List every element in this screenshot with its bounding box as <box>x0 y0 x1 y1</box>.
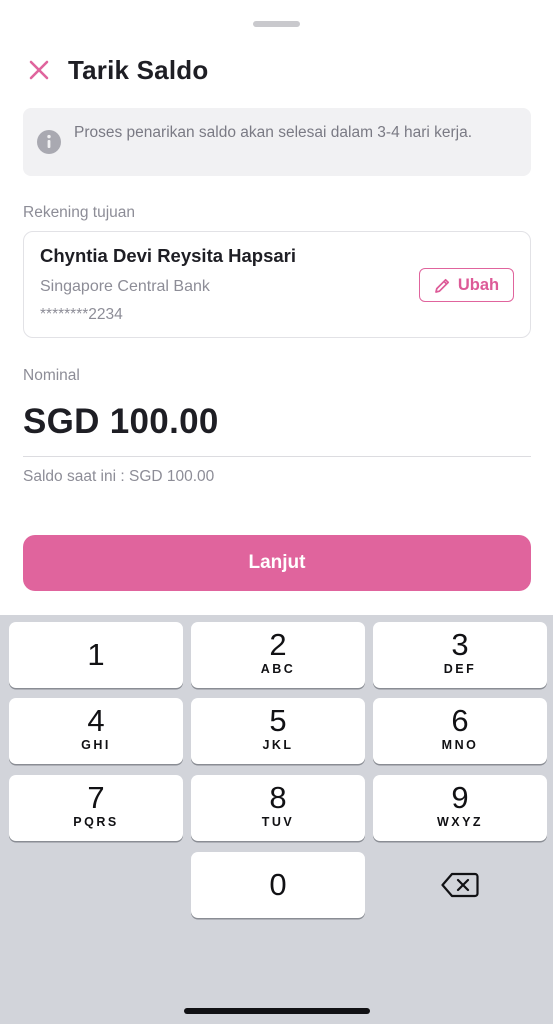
key-2[interactable]: 2 ABC <box>191 622 365 688</box>
edit-account-button[interactable]: Ubah <box>419 268 514 302</box>
destination-label: Rekening tujuan <box>23 204 136 221</box>
key-digit: 7 <box>87 780 105 815</box>
key-1[interactable]: 1 <box>9 622 183 688</box>
key-digit: 6 <box>451 703 469 738</box>
amount-underline <box>23 456 531 457</box>
key-letters: DEF <box>443 662 477 676</box>
key-letters: GHI <box>81 738 111 752</box>
key-letters: PQRS <box>73 815 119 829</box>
key-6[interactable]: 6 MNO <box>373 698 547 764</box>
destination-account-card: Chyntia Devi Reysita Hapsari Singapore C… <box>23 231 531 338</box>
info-icon <box>37 130 61 154</box>
key-digit: 0 <box>269 867 287 902</box>
header: Tarik Saldo <box>24 52 208 88</box>
sheet-grabber[interactable] <box>253 21 300 27</box>
key-digit: 1 <box>87 637 105 672</box>
key-letters: ABC <box>260 662 296 676</box>
continue-button[interactable]: Lanjut <box>23 535 531 591</box>
key-9[interactable]: 9 WXYZ <box>373 775 547 841</box>
nominal-label: Nominal <box>23 367 80 384</box>
page-title: Tarik Saldo <box>68 54 209 85</box>
key-4[interactable]: 4 GHI <box>9 698 183 764</box>
info-banner: Proses penarikan saldo akan selesai dala… <box>23 108 531 176</box>
account-name: Chyntia Devi Reysita Hapsari <box>40 245 297 266</box>
key-digit: 9 <box>451 780 469 815</box>
backspace-key[interactable] <box>373 852 547 918</box>
bank-name: Singapore Central Bank <box>40 278 210 295</box>
info-text: Proses penarikan saldo akan selesai dala… <box>74 124 473 141</box>
key-5[interactable]: 5 JKL <box>191 698 365 764</box>
key-letters: TUV <box>261 815 295 829</box>
current-balance: Saldo saat ini : SGD 100.00 <box>23 468 215 485</box>
key-0[interactable]: 0 <box>191 852 365 918</box>
key-8[interactable]: 8 TUV <box>191 775 365 841</box>
key-3[interactable]: 3 DEF <box>373 622 547 688</box>
backspace-icon <box>441 872 479 898</box>
key-digit: 5 <box>269 703 287 738</box>
close-button[interactable] <box>24 55 54 85</box>
key-letters: JKL <box>262 738 294 752</box>
key-7[interactable]: 7 PQRS <box>9 775 183 841</box>
account-number: ********2234 <box>40 306 123 323</box>
key-letters: WXYZ <box>436 815 484 829</box>
key-digit: 4 <box>87 703 105 738</box>
amount-input[interactable]: SGD 100.00 <box>23 402 219 442</box>
key-letters: MNO <box>441 738 479 752</box>
bottom-sheet: Tarik Saldo Proses penarikan saldo akan … <box>0 0 553 615</box>
close-icon <box>29 60 49 80</box>
key-digit: 2 <box>269 627 287 662</box>
key-digit: 8 <box>269 780 287 815</box>
edit-account-label: Ubah <box>457 275 500 294</box>
key-digit: 3 <box>451 627 469 662</box>
home-indicator <box>184 1008 370 1014</box>
pencil-icon <box>435 278 449 293</box>
